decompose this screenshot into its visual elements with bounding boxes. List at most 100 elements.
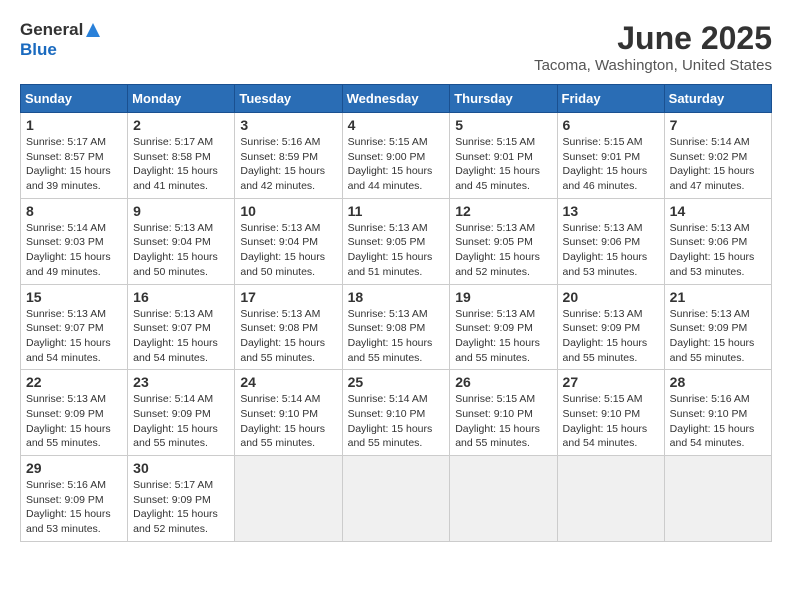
calendar-cell [450,456,557,542]
col-wednesday: Wednesday [342,85,450,113]
calendar-cell: 5 Sunrise: 5:15 AMSunset: 9:01 PMDaylight… [450,113,557,199]
calendar-cell: 19 Sunrise: 5:13 AMSunset: 9:09 PMDayligh… [450,284,557,370]
day-number: 12 [455,203,551,219]
day-number: 26 [455,374,551,390]
calendar-cell: 15Sunrise: 5:13 AMSunset: 9:07 PMDayligh… [21,284,128,370]
calendar-cell: 3 Sunrise: 5:16 AMSunset: 8:59 PMDaylight… [235,113,342,199]
day-info: Sunrise: 5:13 AMSunset: 9:08 PMDaylight:… [240,307,336,366]
col-monday: Monday [128,85,235,113]
day-number: 10 [240,203,336,219]
title-area: June 2025 Tacoma, Washington, United Sta… [534,20,772,74]
calendar-cell: 25Sunrise: 5:14 AMSunset: 9:10 PMDayligh… [342,370,450,456]
day-number: 19 [455,289,551,305]
logo: General Blue [20,20,103,60]
calendar-cell: 18 Sunrise: 5:13 AMSunset: 9:08 PMDayligh… [342,284,450,370]
day-info: Sunrise: 5:17 AMSunset: 8:58 PMDaylight:… [133,135,229,194]
day-number: 8 [26,203,122,219]
day-info: Sunrise: 5:14 AMSunset: 9:10 PMDaylight:… [348,392,445,451]
day-info: Sunrise: 5:15 AMSunset: 9:00 PMDaylight:… [348,135,445,194]
day-number: 15 [26,289,122,305]
day-info: Sunrise: 5:16 AMSunset: 9:09 PMDaylight:… [26,478,122,537]
day-number: 5 [455,117,551,133]
day-info: Sunrise: 5:13 AMSunset: 9:09 PMDaylight:… [670,307,766,366]
day-info: Sunrise: 5:13 AMSunset: 9:09 PMDaylight:… [455,307,551,366]
day-info: Sunrise: 5:13 AMSunset: 9:05 PMDaylight:… [455,221,551,280]
day-number: 17 [240,289,336,305]
month-title: June 2025 [534,20,772,57]
calendar-cell: 17 Sunrise: 5:13 AMSunset: 9:08 PMDayligh… [235,284,342,370]
calendar-cell: 24 Sunrise: 5:14 AMSunset: 9:10 PMDayligh… [235,370,342,456]
col-thursday: Thursday [450,85,557,113]
calendar-cell [235,456,342,542]
calendar-cell: 9 Sunrise: 5:13 AMSunset: 9:04 PMDaylight… [128,198,235,284]
calendar-cell [664,456,771,542]
day-info: Sunrise: 5:13 AMSunset: 9:06 PMDaylight:… [670,221,766,280]
day-info: Sunrise: 5:13 AMSunset: 9:05 PMDaylight:… [348,221,445,280]
day-number: 13 [563,203,659,219]
calendar-header-row: Sunday Monday Tuesday Wednesday Thursday… [21,85,772,113]
day-number: 3 [240,117,336,133]
day-number: 16 [133,289,229,305]
day-info: Sunrise: 5:15 AMSunset: 9:01 PMDaylight:… [563,135,659,194]
calendar-week-0: 1 Sunrise: 5:17 AMSunset: 8:57 PMDaylight… [21,113,772,199]
day-number: 20 [563,289,659,305]
calendar-cell: 30 Sunrise: 5:17 AMSunset: 9:09 PMDayligh… [128,456,235,542]
col-sunday: Sunday [21,85,128,113]
col-saturday: Saturday [664,85,771,113]
day-number: 2 [133,117,229,133]
day-info: Sunrise: 5:15 AMSunset: 9:10 PMDaylight:… [563,392,659,451]
day-number: 29 [26,460,122,476]
day-number: 18 [348,289,445,305]
day-info: Sunrise: 5:13 AMSunset: 9:04 PMDaylight:… [240,221,336,280]
day-info: Sunrise: 5:17 AMSunset: 9:09 PMDaylight:… [133,478,229,537]
calendar-cell: 21 Sunrise: 5:13 AMSunset: 9:09 PMDayligh… [664,284,771,370]
calendar-body: 1 Sunrise: 5:17 AMSunset: 8:57 PMDaylight… [21,113,772,542]
day-number: 6 [563,117,659,133]
day-info: Sunrise: 5:13 AMSunset: 9:06 PMDaylight:… [563,221,659,280]
day-info: Sunrise: 5:15 AMSunset: 9:10 PMDaylight:… [455,392,551,451]
calendar-cell [342,456,450,542]
day-info: Sunrise: 5:15 AMSunset: 9:01 PMDaylight:… [455,135,551,194]
day-info: Sunrise: 5:16 AMSunset: 8:59 PMDaylight:… [240,135,336,194]
calendar-cell: 11 Sunrise: 5:13 AMSunset: 9:05 PMDayligh… [342,198,450,284]
calendar-week-2: 15 Sunrise: 5:13 AMSunset: 9:07 PMDayligh… [21,284,772,370]
day-number: 7 [670,117,766,133]
day-info: Sunrise: 5:14 AMSunset: 9:03 PMDaylight:… [26,221,122,280]
day-info: Sunrise: 5:14 AMSunset: 9:10 PMDaylight:… [240,392,336,451]
day-info: Sunrise: 5:14 AMSunset: 9:02 PMDaylight:… [670,135,766,194]
day-number: 30 [133,460,229,476]
day-number: 24 [240,374,336,390]
calendar-week-1: 8 Sunrise: 5:14 AMSunset: 9:03 PMDaylight… [21,198,772,284]
day-number: 28 [670,374,766,390]
day-number: 1 [26,117,122,133]
day-info: Sunrise: 5:16 AMSunset: 9:10 PMDaylight:… [670,392,766,451]
calendar-cell: 23 Sunrise: 5:14 AMSunset: 9:09 PMDayligh… [128,370,235,456]
day-info: Sunrise: 5:13 AMSunset: 9:09 PMDaylight:… [563,307,659,366]
day-number: 23 [133,374,229,390]
calendar-cell: 29 Sunrise: 5:16 AMSunset: 9:09 PMDayligh… [21,456,128,542]
day-number: 9 [133,203,229,219]
day-number: 21 [670,289,766,305]
calendar-cell: 2 Sunrise: 5:17 AMSunset: 8:58 PMDaylight… [128,113,235,199]
day-info: Sunrise: 5:13 AMSunset: 9:04 PMDaylight:… [133,221,229,280]
day-info: Sunrise: 5:13 AMSunset: 9:08 PMDaylight:… [348,307,445,366]
calendar-cell: 22Sunrise: 5:13 AMSunset: 9:09 PMDayligh… [21,370,128,456]
calendar-cell: 6 Sunrise: 5:15 AMSunset: 9:01 PMDaylight… [557,113,664,199]
day-number: 27 [563,374,659,390]
calendar: Sunday Monday Tuesday Wednesday Thursday… [20,84,772,542]
day-info: Sunrise: 5:14 AMSunset: 9:09 PMDaylight:… [133,392,229,451]
calendar-week-3: 22Sunrise: 5:13 AMSunset: 9:09 PMDayligh… [21,370,772,456]
calendar-cell [557,456,664,542]
day-info: Sunrise: 5:13 AMSunset: 9:07 PMDaylight:… [133,307,229,366]
calendar-cell: 14Sunrise: 5:13 AMSunset: 9:06 PMDayligh… [664,198,771,284]
calendar-cell: 4 Sunrise: 5:15 AMSunset: 9:00 PMDaylight… [342,113,450,199]
calendar-week-4: 29 Sunrise: 5:16 AMSunset: 9:09 PMDayligh… [21,456,772,542]
day-number: 4 [348,117,445,133]
calendar-cell: 12 Sunrise: 5:13 AMSunset: 9:05 PMDayligh… [450,198,557,284]
day-number: 11 [348,203,445,219]
logo-blue: Blue [20,40,57,59]
header: General Blue June 2025 Tacoma, Washingto… [20,20,772,74]
day-info: Sunrise: 5:17 AMSunset: 8:57 PMDaylight:… [26,135,122,194]
calendar-cell: 16 Sunrise: 5:13 AMSunset: 9:07 PMDayligh… [128,284,235,370]
day-info: Sunrise: 5:13 AMSunset: 9:09 PMDaylight:… [26,392,122,451]
